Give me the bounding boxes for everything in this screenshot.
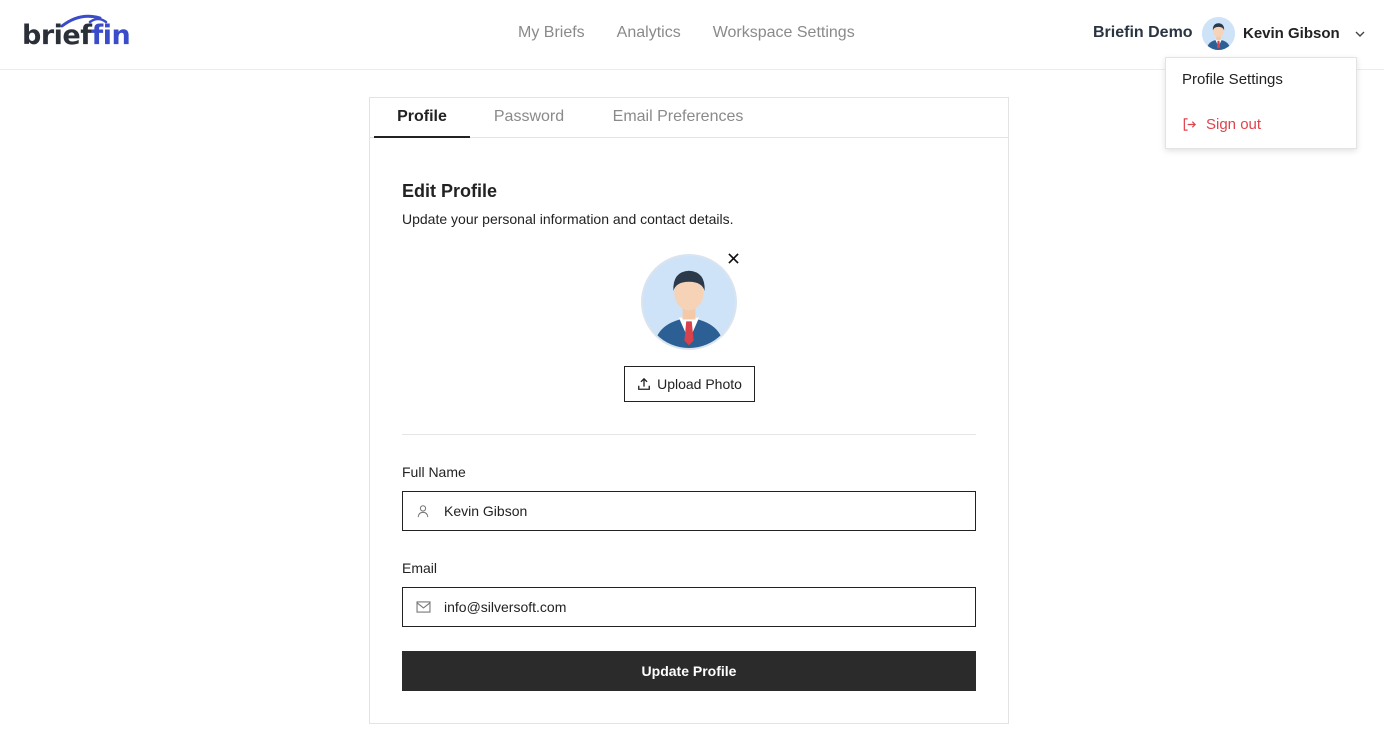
main-nav: My Briefs Analytics Workspace Settings bbox=[518, 22, 855, 44]
sign-out-icon bbox=[1183, 118, 1196, 131]
close-icon bbox=[727, 252, 739, 264]
upload-photo-label: Upload Photo bbox=[657, 376, 742, 392]
logo-arc-icon bbox=[60, 14, 108, 28]
email-label: Email bbox=[402, 560, 438, 576]
email-input[interactable] bbox=[444, 599, 964, 615]
user-menu-toggle[interactable]: Kevin Gibson bbox=[1202, 17, 1366, 50]
full-name-label: Full Name bbox=[402, 464, 466, 480]
menu-item-profile-settings[interactable]: Profile Settings bbox=[1182, 71, 1283, 88]
profile-card: Profile Password Email Preferences Edit … bbox=[369, 97, 1009, 724]
avatar bbox=[1202, 17, 1235, 50]
menu-item-label: Profile Settings bbox=[1182, 71, 1283, 88]
nav-my-briefs[interactable]: My Briefs bbox=[518, 22, 585, 44]
menu-item-label: Sign out bbox=[1206, 116, 1262, 133]
email-field[interactable] bbox=[402, 587, 976, 627]
tab-email-preferences[interactable]: Email Preferences bbox=[600, 98, 756, 138]
full-name-input[interactable] bbox=[444, 503, 964, 519]
divider bbox=[402, 434, 976, 435]
remove-photo-button[interactable] bbox=[725, 250, 741, 266]
menu-item-sign-out[interactable]: Sign out bbox=[1182, 116, 1261, 133]
profile-photo bbox=[641, 254, 737, 350]
chevron-down-icon bbox=[1355, 31, 1365, 37]
upload-icon bbox=[638, 377, 650, 390]
user-name: Kevin Gibson bbox=[1243, 25, 1340, 42]
nav-analytics[interactable]: Analytics bbox=[617, 22, 681, 44]
tab-password[interactable]: Password bbox=[482, 98, 576, 138]
tab-profile[interactable]: Profile bbox=[374, 98, 470, 138]
full-name-field[interactable] bbox=[402, 491, 976, 531]
upload-photo-button[interactable]: Upload Photo bbox=[624, 366, 755, 402]
mail-icon bbox=[415, 599, 431, 615]
user-dropdown-menu: Profile Settings Sign out bbox=[1165, 57, 1357, 149]
settings-tabs: Profile Password Email Preferences bbox=[370, 98, 1008, 138]
user-icon bbox=[415, 503, 431, 519]
nav-workspace-settings[interactable]: Workspace Settings bbox=[713, 22, 855, 44]
workspace-name[interactable]: Briefin Demo bbox=[1093, 22, 1193, 44]
page-subtitle: Update your personal information and con… bbox=[402, 211, 734, 227]
briefin-logo[interactable]: brieffin bbox=[22, 14, 131, 54]
update-profile-button[interactable]: Update Profile bbox=[402, 651, 976, 691]
page-title: Edit Profile bbox=[402, 181, 498, 201]
